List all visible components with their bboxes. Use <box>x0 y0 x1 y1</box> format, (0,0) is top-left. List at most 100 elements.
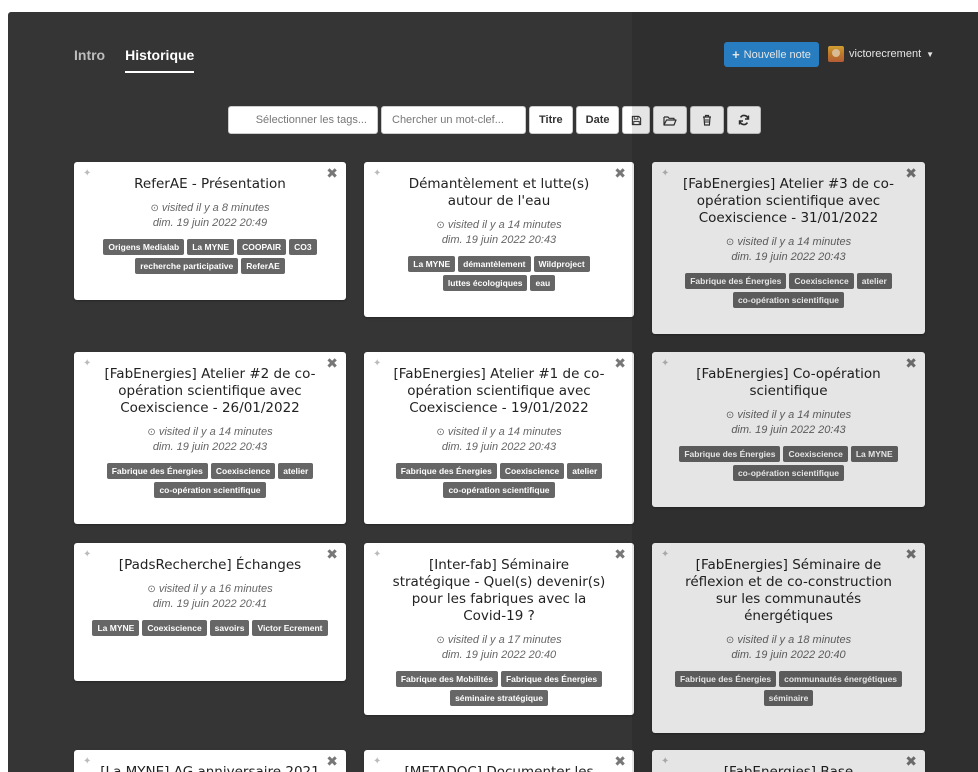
sort-title-button[interactable]: Titre <box>529 106 573 134</box>
close-icon[interactable]: ✖ <box>326 355 338 372</box>
tag[interactable]: Fabrique des Énergies <box>500 671 603 687</box>
note-card[interactable]: ✦ ✖ [FabEnergies] Atelier #1 de co-opéra… <box>364 352 634 524</box>
clock-icon: ⊙ <box>147 584 156 595</box>
folder-open-icon <box>663 115 678 126</box>
tag[interactable]: co-opération scientifique <box>443 482 555 498</box>
pin-icon[interactable]: ✦ <box>661 549 669 560</box>
pin-icon[interactable]: ✦ <box>83 756 91 767</box>
user-menu[interactable]: victorecrement ▼ <box>828 46 934 62</box>
note-card[interactable]: ✦ ✖ [FabEnergies] Base documentaire <box>652 750 925 772</box>
close-icon[interactable]: ✖ <box>905 546 917 563</box>
search-input[interactable]: Chercher un mot-clef... <box>381 106 526 134</box>
sort-date-button[interactable]: Date <box>575 106 620 134</box>
new-note-button[interactable]: + Nouvelle note <box>724 42 819 67</box>
tag[interactable]: atelier <box>278 463 314 479</box>
tag[interactable]: Coexiscience <box>210 463 276 479</box>
tag[interactable]: Coexiscience <box>142 620 207 636</box>
note-card[interactable]: ✦ ✖ [Inter-fab] Séminaire stratégique - … <box>364 543 634 715</box>
note-title: [Inter-fab] Séminaire stratégique - Quel… <box>392 557 606 624</box>
pin-icon[interactable]: ✦ <box>661 358 669 369</box>
visited-info: ⊙ visited il y a 14 minutes <box>725 409 852 421</box>
note-title: [PadsRecherche] Échanges <box>118 557 302 573</box>
pin-icon[interactable]: ✦ <box>661 168 669 179</box>
tag[interactable]: COOPAIR <box>237 239 287 255</box>
note-card[interactable]: ✦ ✖ [FabEnergies] Atelier #2 de co-opéra… <box>74 352 346 524</box>
tag[interactable]: atelier <box>567 463 603 479</box>
tag[interactable]: La MYNE <box>187 239 235 255</box>
tag[interactable]: séminaire stratégique <box>450 690 548 706</box>
tab-intro[interactable]: Intro <box>74 47 105 73</box>
note-card[interactable]: ✦ ✖ [PadsRecherche] Échanges ⊙ visited i… <box>74 543 346 681</box>
tag[interactable]: atelier <box>856 273 892 289</box>
tag[interactable]: Fabrique des Énergies <box>685 273 787 289</box>
pin-icon[interactable]: ✦ <box>661 756 669 767</box>
toolbar: Sélectionner les tags... Chercher un mot… <box>228 106 762 134</box>
note-card[interactable]: ✦ ✖ ReferAE - Présentation ⊙ visited il … <box>74 162 346 300</box>
close-icon[interactable]: ✖ <box>614 753 626 770</box>
refresh-button[interactable] <box>727 106 762 134</box>
tag[interactable]: co-opération scientifique <box>732 292 845 308</box>
close-icon[interactable]: ✖ <box>905 165 917 182</box>
close-icon[interactable]: ✖ <box>614 165 626 182</box>
tag[interactable]: luttes écologiques <box>442 275 528 291</box>
note-card[interactable]: ✦ ✖ [FabEnergies] Co-opération scientifi… <box>652 352 925 507</box>
pin-icon[interactable]: ✦ <box>83 358 91 369</box>
close-icon[interactable]: ✖ <box>326 753 338 770</box>
note-card[interactable]: ✦ ✖ [La MYNE] AG anniversaire 2021 <box>74 750 346 772</box>
pin-icon[interactable]: ✦ <box>373 168 381 179</box>
tag[interactable]: Coexiscience <box>499 463 565 479</box>
tag[interactable]: co-opération scientifique <box>732 465 845 481</box>
tab-historique[interactable]: Historique <box>125 47 195 73</box>
close-icon[interactable]: ✖ <box>326 546 338 563</box>
tag[interactable]: co-opération scientifique <box>154 482 266 498</box>
close-icon[interactable]: ✖ <box>905 753 917 770</box>
tag[interactable]: Wildproject <box>533 256 590 272</box>
trash-icon <box>703 114 712 126</box>
delete-button[interactable] <box>690 106 725 134</box>
tag[interactable]: communautés énergétiques <box>779 671 903 687</box>
tag[interactable]: CO3 <box>289 239 317 255</box>
note-date: dim. 19 juin 2022 20:43 <box>152 441 268 453</box>
open-button[interactable] <box>653 106 688 134</box>
pin-icon[interactable]: ✦ <box>373 358 381 369</box>
close-icon[interactable]: ✖ <box>614 546 626 563</box>
tag[interactable]: Fabrique des Énergies <box>106 463 208 479</box>
tag[interactable]: eau <box>530 275 556 291</box>
pin-icon[interactable]: ✦ <box>83 168 91 179</box>
note-date: dim. 19 juin 2022 20:43 <box>441 441 557 453</box>
save-button[interactable] <box>622 106 651 134</box>
close-icon[interactable]: ✖ <box>614 355 626 372</box>
tag[interactable]: recherche participative <box>135 258 239 274</box>
tag[interactable]: Victor Ecrement <box>252 620 328 636</box>
note-title: ReferAE - Présentation <box>134 176 286 192</box>
pin-icon[interactable]: ✦ <box>373 756 381 767</box>
refresh-icon <box>739 114 750 126</box>
visited-info: ⊙ visited il y a 8 minutes <box>150 202 270 214</box>
visited-info: ⊙ visited il y a 14 minutes <box>436 219 562 231</box>
tag[interactable]: La MYNE <box>92 620 140 636</box>
tag[interactable]: Origens Medialab <box>103 239 185 255</box>
tag[interactable]: Coexiscience <box>789 273 854 289</box>
tag[interactable]: ReferAE <box>241 258 285 274</box>
tag[interactable]: Fabrique des Mobilités <box>395 671 498 687</box>
close-icon[interactable]: ✖ <box>905 355 917 372</box>
tag[interactable]: séminaire <box>763 690 814 706</box>
note-card[interactable]: ✦ ✖ [METADOC] Documenter les <box>364 750 634 772</box>
tag[interactable]: démantèlement <box>458 256 531 272</box>
visited-info: ⊙ visited il y a 14 minutes <box>725 236 852 248</box>
tag[interactable]: savoirs <box>209 620 250 636</box>
tags-select[interactable]: Sélectionner les tags... <box>228 106 378 134</box>
tag[interactable]: La MYNE <box>408 256 456 272</box>
close-icon[interactable]: ✖ <box>326 165 338 182</box>
tag[interactable]: La MYNE <box>850 446 898 462</box>
note-card[interactable]: ✦ ✖ Démantèlement et lutte(s) autour de … <box>364 162 634 317</box>
pin-icon[interactable]: ✦ <box>83 549 91 560</box>
tag[interactable]: Fabrique des Énergies <box>679 446 781 462</box>
pin-icon[interactable]: ✦ <box>373 549 381 560</box>
note-card[interactable]: ✦ ✖ [FabEnergies] Atelier #3 de co-opéra… <box>652 162 925 334</box>
tag[interactable]: Coexiscience <box>783 446 848 462</box>
tag[interactable]: Fabrique des Énergies <box>395 463 497 479</box>
tag[interactable]: Fabrique des Énergies <box>674 671 777 687</box>
note-card[interactable]: ✦ ✖ [FabEnergies] Séminaire de réflexion… <box>652 543 925 733</box>
clock-icon: ⊙ <box>725 410 735 421</box>
